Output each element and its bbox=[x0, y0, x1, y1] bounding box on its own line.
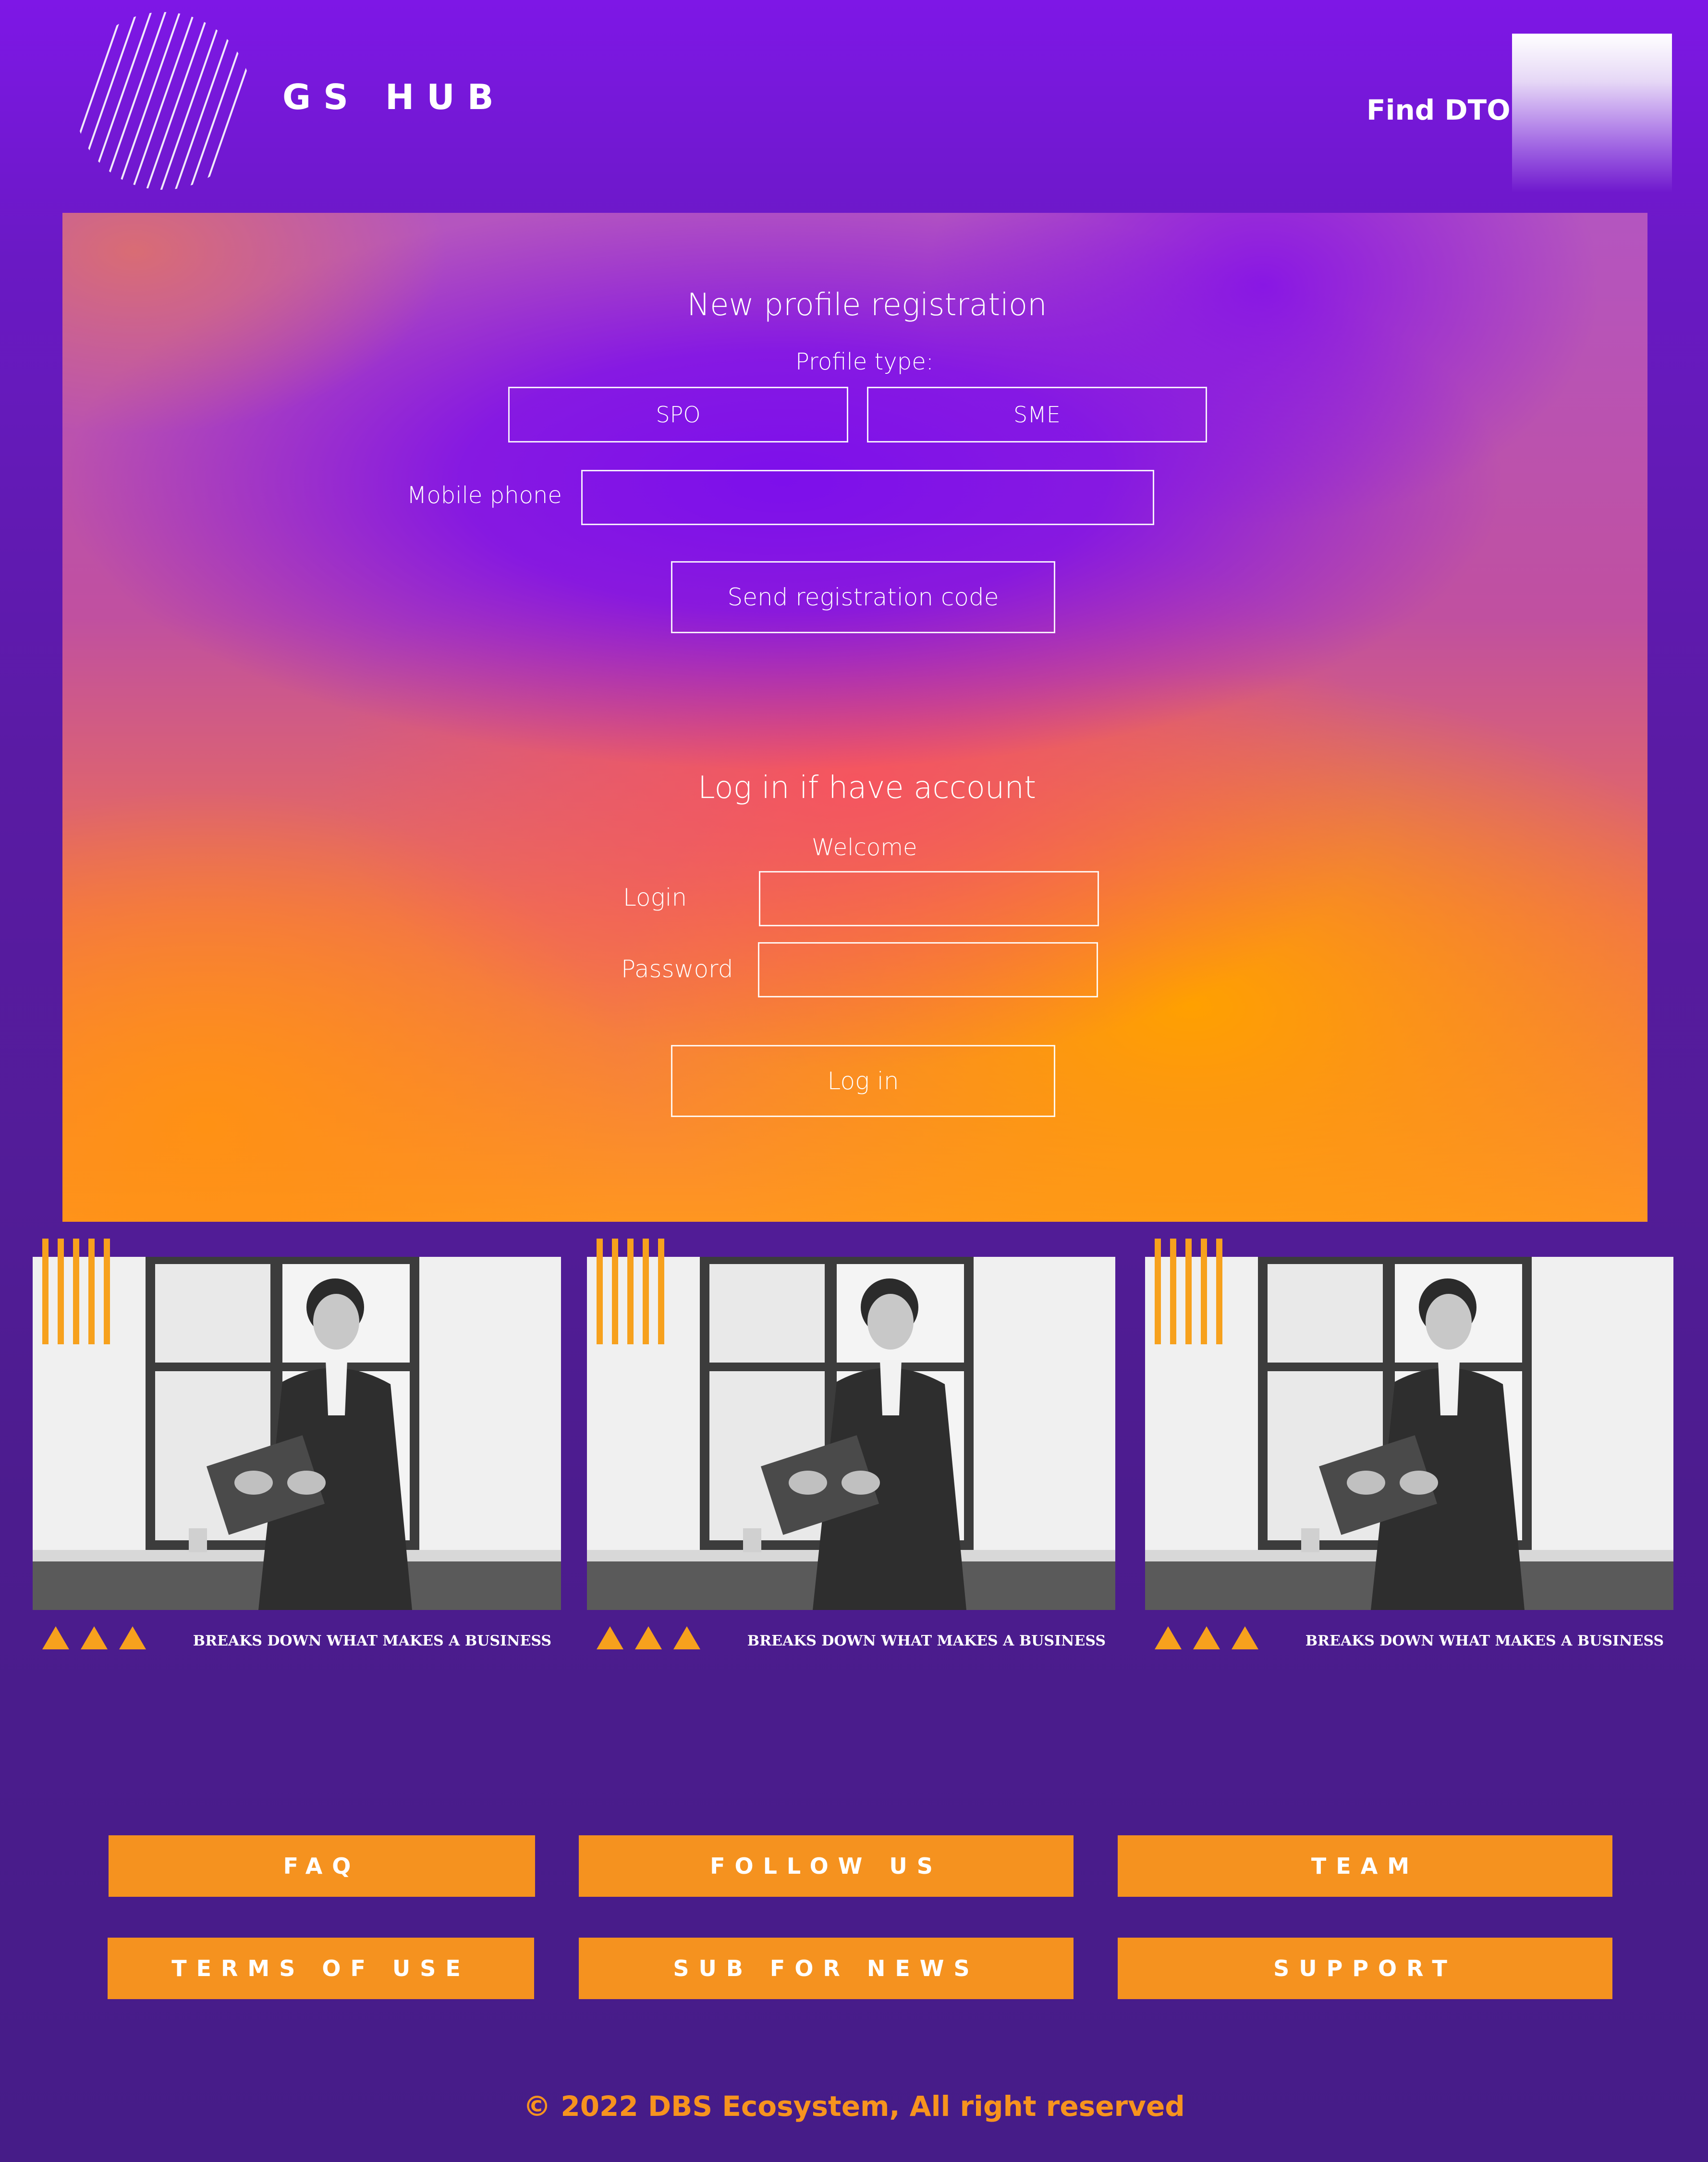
brand-logo-text[interactable]: GS HUB bbox=[282, 77, 506, 117]
logo-hatched-circle bbox=[74, 12, 252, 190]
footer-team-button[interactable]: TEAM bbox=[1118, 1835, 1612, 1897]
footer-faq-button[interactable]: FAQ bbox=[109, 1835, 535, 1897]
mobile-phone-input[interactable] bbox=[581, 470, 1154, 525]
mobile-phone-label: Mobile phone bbox=[407, 482, 562, 509]
triangle-icons bbox=[1155, 1626, 1258, 1649]
send-registration-code-button[interactable]: Send registration code bbox=[671, 561, 1055, 633]
triangle-icons bbox=[42, 1626, 146, 1649]
login-input[interactable] bbox=[759, 871, 1099, 926]
password-input[interactable] bbox=[758, 942, 1098, 997]
decorative-stripes bbox=[42, 1239, 114, 1344]
feature-card[interactable]: BREAKS DOWN WHAT MAKES A BUSINESS bbox=[587, 1239, 1115, 1661]
footer-follow-us-button[interactable]: FOLLOW US bbox=[579, 1835, 1074, 1897]
profile-type-spo-button[interactable]: SPO bbox=[508, 387, 848, 442]
triangle-icons bbox=[597, 1626, 700, 1649]
footer-support-button[interactable]: SUPPORT bbox=[1118, 1938, 1612, 1999]
login-submit-button[interactable]: Log in bbox=[671, 1045, 1055, 1117]
registration-title: New profile registration bbox=[687, 287, 1047, 323]
nav-find-dto-link[interactable]: Find DTO bbox=[1366, 94, 1511, 126]
login-label: Login bbox=[623, 884, 687, 911]
password-label: Password bbox=[621, 955, 733, 983]
card-caption: BREAKS DOWN WHAT MAKES A BUSINESS bbox=[193, 1633, 551, 1649]
header-gradient-square bbox=[1512, 34, 1672, 192]
profile-type-sme-button[interactable]: SME bbox=[867, 387, 1207, 442]
card-caption: BREAKS DOWN WHAT MAKES A BUSINESS bbox=[747, 1633, 1106, 1649]
feature-card[interactable]: BREAKS DOWN WHAT MAKES A BUSINESS bbox=[33, 1239, 561, 1661]
footer-terms-of-use-button[interactable]: TERMS OF USE bbox=[108, 1938, 534, 1999]
footer-sub-for-news-button[interactable]: SUB FOR NEWS bbox=[579, 1938, 1074, 1999]
decorative-stripes bbox=[597, 1239, 669, 1344]
feature-card[interactable]: BREAKS DOWN WHAT MAKES A BUSINESS bbox=[1145, 1239, 1673, 1661]
login-title: Log in if have account bbox=[697, 770, 1037, 806]
profile-type-label: Profile type: bbox=[795, 348, 934, 375]
card-caption: BREAKS DOWN WHAT MAKES A BUSINESS bbox=[1305, 1633, 1664, 1649]
auth-panel: New profile registration Profile type: S… bbox=[62, 213, 1647, 1222]
login-welcome-text: Welcome bbox=[812, 834, 917, 861]
decorative-stripes bbox=[1155, 1239, 1227, 1344]
copyright-text: © 2022 DBS Ecosystem, All right reserved bbox=[523, 2090, 1185, 2123]
